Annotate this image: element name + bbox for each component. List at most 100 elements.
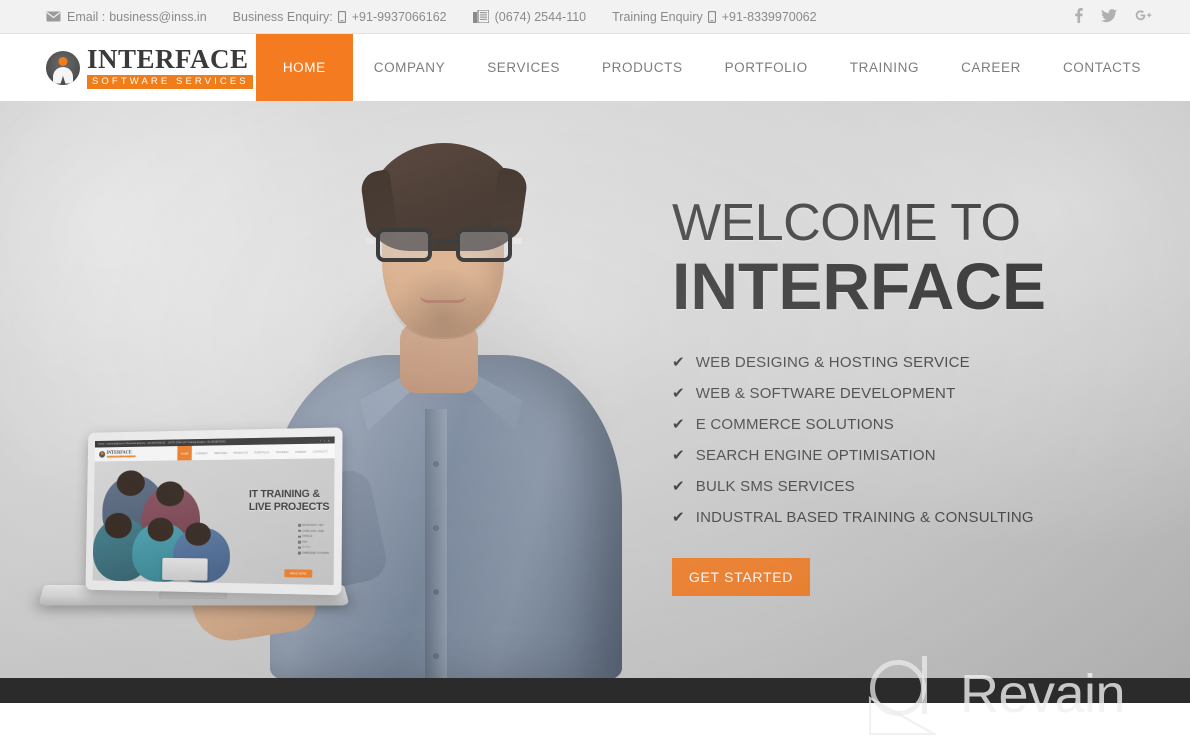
logo-subtitle: SOFTWARE SERVICES — [87, 75, 253, 89]
top-email-item[interactable]: Email : business@inss.in — [46, 10, 207, 24]
check-icon: ✔ — [672, 477, 685, 495]
students-laptop — [161, 557, 208, 581]
laptop-menu-contacts: CONTACTS — [312, 448, 328, 454]
check-icon: ✔ — [672, 446, 685, 464]
laptop-hero-bullets: MICROSOFT .NET CORE JAVA / J2EE ORACLE P… — [298, 524, 329, 555]
check-icon: ✔ — [672, 353, 685, 371]
top-contact-bar: Email : business@inss.in Business Enquir… — [0, 0, 1190, 34]
top-training-value: +91-8339970062 — [721, 9, 817, 24]
hero-feature-label: WEB & SOFTWARE DEVELOPMENT — [695, 384, 956, 402]
hero-feature-list: ✔ WEB DESIGING & HOSTING SERVICE ✔ WEB &… — [672, 354, 1142, 526]
laptop-cta-button: READ MORE — [284, 568, 313, 578]
top-business-label: Business Enquiry: — [232, 9, 333, 24]
laptop-hero-title: IT TRAINING & LIVE PROJECTS — [249, 489, 330, 514]
hero-feature-item: ✔ INDUSTRAL BASED TRAINING & CONSULTING — [672, 509, 1142, 526]
facebook-icon[interactable] — [1074, 8, 1083, 25]
laptop-social-icons: f t g — [319, 438, 331, 443]
nav-item-training[interactable]: TRAINING — [829, 34, 940, 101]
nav-item-company[interactable]: COMPANY — [353, 34, 466, 101]
laptop-bullet: EMBEDDED SYSTEMS — [298, 552, 329, 555]
page-root: Email : business@inss.in Business Enquir… — [0, 0, 1190, 753]
laptop-bullet-label: PHP — [302, 540, 308, 544]
mobile-phone-icon — [337, 10, 346, 23]
laptop-bullet-label: CORE JAVA / J2EE — [302, 529, 324, 533]
top-landline-item[interactable]: (0674) 2544-110 — [472, 9, 587, 24]
laptop-menu-services: SERVICES — [214, 450, 228, 455]
laptop-bullet: PHP — [298, 541, 329, 544]
eyeglasses — [366, 228, 522, 262]
laptop-logo-icon — [99, 451, 106, 458]
laptop-bullet: MICROSOFT .NET — [298, 524, 329, 527]
hero-feature-item: ✔ E COMMERCE SOLUTIONS — [672, 416, 1142, 433]
laptop-topbar-text-2: (0674) 2544-110 Training Enquiry +91-833… — [168, 440, 226, 445]
laptop-bullet: ORACLE — [298, 535, 329, 538]
laptop-menu-portfolio: PORTFOLIO — [254, 449, 270, 455]
laptop-menu-training: TRAINING — [275, 449, 289, 454]
nav-item-contacts[interactable]: CONTACTS — [1042, 34, 1162, 101]
hero-feature-label: E COMMERCE SOLUTIONS — [695, 415, 894, 433]
hero-feature-label: WEB DESIGING & HOSTING SERVICE — [695, 353, 970, 371]
laptop-menu-products: PRODUCTS — [233, 450, 248, 455]
interface-logo-icon — [46, 50, 80, 85]
top-training-label: Training Enquiry — [612, 9, 703, 24]
hero-feature-label: INDUSTRAL BASED TRAINING & CONSULTING — [695, 508, 1034, 526]
top-contact-list: Email : business@inss.in Business Enquir… — [0, 10, 1074, 24]
get-started-button[interactable]: GET STARTED — [672, 557, 810, 596]
laptop-menu-career: CAREER — [294, 449, 307, 454]
mobile-phone-icon — [707, 10, 716, 23]
top-training-enquiry-item[interactable]: Training Enquiry +91-8339970062 — [612, 10, 816, 24]
hero-headline-line2: INTERFACE — [672, 248, 1047, 323]
site-logo: INTERFACE SOFTWARE SERVICES — [46, 46, 253, 89]
top-business-enquiry-item[interactable]: Business Enquiry: +91-9937066162 — [233, 10, 447, 24]
nav-item-products[interactable]: PRODUCTS — [581, 34, 704, 101]
laptop-menu-home: HOME — [177, 445, 193, 461]
hero-feature-item: ✔ WEB & SOFTWARE DEVELOPMENT — [672, 385, 1142, 402]
laptop-bullet-label: MICROSOFT .NET — [302, 523, 324, 527]
check-icon: ✔ — [672, 415, 685, 433]
laptop-menu-company: COMPANY — [195, 450, 208, 455]
hero-feature-label: BULK SMS SERVICES — [695, 477, 855, 495]
laptop-screen: Email : business@inss.in Business Enquir… — [92, 436, 335, 586]
twitter-icon[interactable] — [1101, 8, 1117, 25]
check-icon: ✔ — [672, 508, 685, 526]
nav-item-home[interactable]: HOME — [255, 34, 353, 101]
nav-item-career[interactable]: CAREER — [940, 34, 1042, 101]
laptop-lid: Email : business@inss.in Business Enquir… — [85, 427, 343, 596]
fax-icon — [472, 10, 489, 23]
hero-feature-item: ✔ SEARCH ENGINE OPTIMISATION — [672, 447, 1142, 464]
hero-copy: WELCOME TO INTERFACE ✔ WEB DESIGING & HO… — [672, 196, 1142, 596]
top-email-label: Email : — [67, 9, 106, 24]
bottom-dark-bar — [0, 678, 1190, 703]
top-business-value: +91-9937066162 — [351, 9, 447, 24]
footer-white-space — [0, 703, 1190, 753]
laptop-hero: IT TRAINING & LIVE PROJECTS MICROSOFT .N… — [92, 458, 335, 586]
laptop-topbar-text-1: Email : business@inss.in Business Enquir… — [98, 441, 166, 446]
laptop-mockup: Email : business@inss.in Business Enquir… — [38, 427, 350, 627]
laptop-bullet-label: EMBEDDED SYSTEMS — [301, 551, 329, 555]
laptop-logo-subtitle: SOFTWARE SERVICES — [106, 455, 136, 458]
site-header: INTERFACE SOFTWARE SERVICES HOME COMPANY… — [0, 34, 1190, 101]
hero-banner: Email : business@inss.in Business Enquir… — [0, 101, 1190, 678]
top-email-value: business@inss.in — [109, 9, 207, 24]
laptop-bullet: C / C++ — [298, 546, 329, 549]
laptop-bullet-label: C / C++ — [302, 546, 311, 550]
main-navigation: HOME COMPANY SERVICES PRODUCTS PORTFOLIO… — [255, 34, 1190, 101]
laptop-logo: INTERFACE SOFTWARE SERVICES — [99, 450, 136, 458]
laptop-bullet-label: ORACLE — [302, 534, 313, 539]
hero-feature-item: ✔ WEB DESIGING & HOSTING SERVICE — [672, 354, 1142, 371]
hero-headline-line1: WELCOME TO — [672, 194, 1021, 252]
hero-feature-label: SEARCH ENGINE OPTIMISATION — [695, 446, 936, 464]
laptop-bullet: CORE JAVA / J2EE — [298, 529, 329, 533]
logo-title: INTERFACE — [87, 44, 249, 75]
check-icon: ✔ — [672, 384, 685, 402]
top-landline-value: (0674) 2544-110 — [494, 9, 587, 24]
nav-item-services[interactable]: SERVICES — [466, 34, 581, 101]
laptop-hero-title-line2: LIVE PROJECTS — [248, 500, 330, 513]
logo-link[interactable]: INTERFACE SOFTWARE SERVICES — [0, 34, 253, 101]
hero-feature-item: ✔ BULK SMS SERVICES — [672, 478, 1142, 495]
google-plus-icon[interactable] — [1135, 9, 1152, 24]
laptop-hero-title-line1: IT TRAINING & — [248, 488, 320, 501]
social-links — [1074, 8, 1190, 25]
nav-item-portfolio[interactable]: PORTFOLIO — [704, 34, 829, 101]
logo-text: INTERFACE SOFTWARE SERVICES — [87, 46, 253, 89]
